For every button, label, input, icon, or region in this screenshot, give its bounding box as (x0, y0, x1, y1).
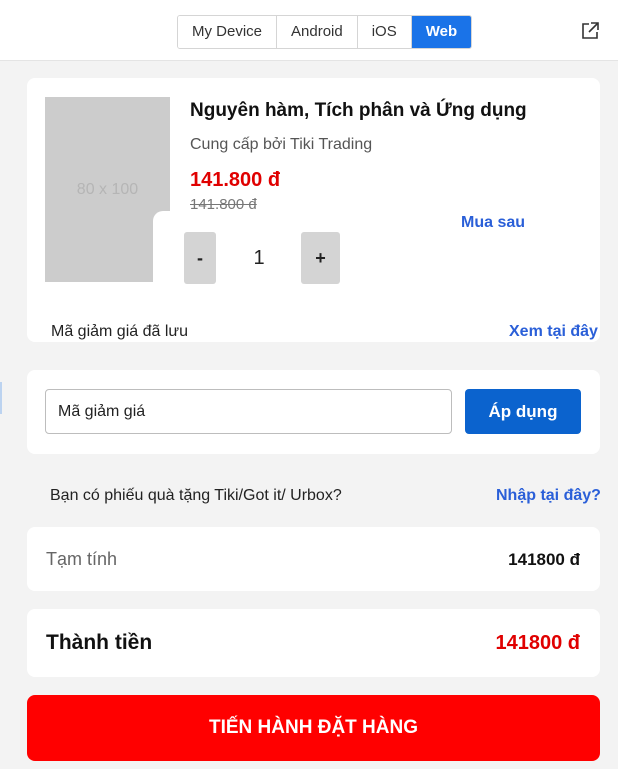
subtotal-label: Tạm tính (46, 549, 118, 569)
gift-voucher-link[interactable]: Nhập tại đây? (496, 487, 601, 505)
product-title[interactable]: Nguyên hàm, Tích phân và Ứng dụng (190, 100, 527, 122)
side-scroll-marker (0, 382, 2, 414)
product-seller: Cung cấp bởi Tiki Trading (190, 136, 373, 153)
quantity-increase-button[interactable]: + (301, 232, 340, 284)
product-old-price: 141.800 đ (190, 196, 257, 213)
tab-android[interactable]: Android (277, 16, 358, 48)
cart-item-card: 80 x 100 Nguyên hàm, Tích phân và Ứng dụ… (27, 78, 600, 342)
total-label: Thành tiền (46, 631, 153, 654)
platform-switcher: My Device Android iOS Web (177, 15, 473, 49)
buy-later-link[interactable]: Mua sau (461, 214, 525, 232)
tab-ios[interactable]: iOS (357, 16, 412, 48)
apply-coupon-button[interactable]: Áp dụng (465, 389, 581, 434)
tab-my-device[interactable]: My Device (178, 16, 278, 48)
external-link-icon[interactable] (580, 21, 600, 41)
coupon-code-input[interactable]: Mã giảm giá (45, 389, 452, 434)
saved-coupon-label: Mã giảm giá đã lưu (51, 323, 188, 340)
product-price: 141.800 đ (190, 169, 281, 191)
tab-web[interactable]: Web (411, 16, 472, 48)
total-card: Thành tiền 141800 đ (27, 609, 600, 677)
quantity-decrease-button[interactable]: - (184, 232, 216, 284)
subtotal-value: 141800 đ (508, 550, 580, 569)
subtotal-card: Tạm tính 141800 đ (27, 527, 600, 591)
coupon-card: Mã giảm giá Áp dụng (27, 370, 600, 454)
gift-voucher-question: Bạn có phiếu quà tặng Tiki/Got it/ Urbox… (50, 487, 342, 504)
platform-toolbar: My Device Android iOS Web (0, 0, 618, 61)
quantity-value[interactable]: 1 (217, 232, 301, 284)
checkout-button[interactable]: TIẾN HÀNH ĐẶT HÀNG (27, 695, 600, 761)
total-value: 141800 đ (495, 632, 580, 654)
saved-coupon-link[interactable]: Xem tại đây (509, 323, 598, 341)
product-thumbnail-placeholder: 80 x 100 (45, 97, 170, 282)
